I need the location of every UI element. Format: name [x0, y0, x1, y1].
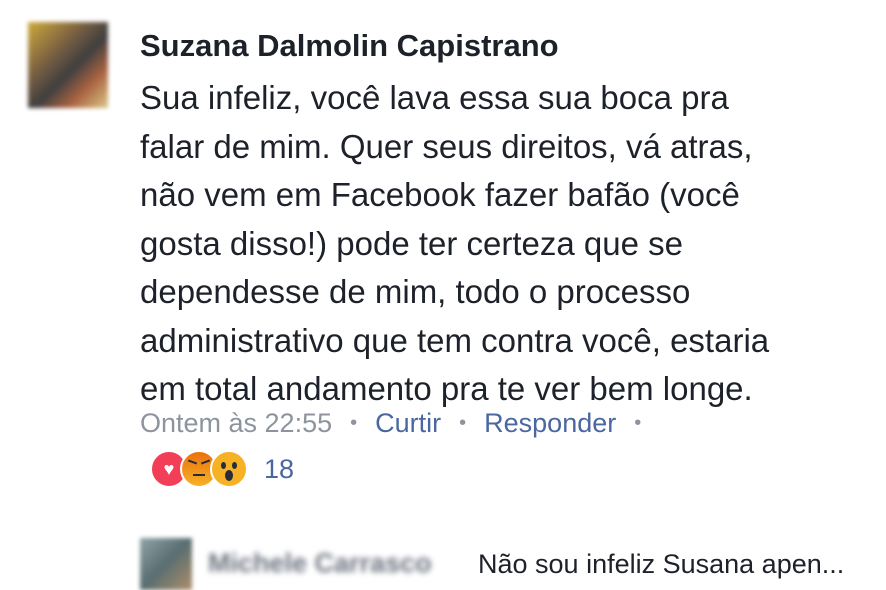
comment-line: em total andamento pra te ver bem longe. [140, 370, 753, 407]
reaction-count[interactable]: 18 [264, 454, 294, 485]
separator-dot: • [350, 412, 358, 434]
comment-line: não vem em Facebook fazer bafão (você [140, 176, 740, 213]
comment-line: falar de mim. Quer seus direitos, vá atr… [140, 127, 753, 165]
author-avatar[interactable] [28, 22, 108, 108]
reply-author-avatar[interactable] [140, 538, 192, 590]
comment-line: dependesse de mim, todo o processo [140, 273, 691, 310]
comment-timestamp[interactable]: Ontem às 22:55 [140, 408, 332, 439]
reactions-summary[interactable]: ♥ 18 [150, 450, 294, 488]
reply-author-name[interactable]: Michele Carrasco [208, 548, 432, 579]
comment-author-name[interactable]: Suzana Dalmolin Capistrano [140, 28, 559, 64]
wow-icon [210, 450, 248, 488]
comment-actions: Ontem às 22:55 • Curtir • Responder • [140, 408, 659, 439]
reply-preview[interactable]: Não sou infeliz Susana apen... [478, 549, 844, 580]
comment-body: Sua infeliz, você lava essa sua boca pra… [140, 74, 870, 414]
separator-dot: • [459, 412, 467, 434]
comment-line: Sua infeliz, você lava essa sua boca pra [140, 79, 729, 116]
like-button[interactable]: Curtir [375, 408, 441, 439]
comment-line: administrativo que tem contra você, esta… [140, 321, 770, 359]
comment-line: gosta disso!) pode ter certeza que se [140, 224, 683, 262]
reply-button[interactable]: Responder [484, 408, 616, 439]
separator-dot: • [634, 412, 642, 434]
